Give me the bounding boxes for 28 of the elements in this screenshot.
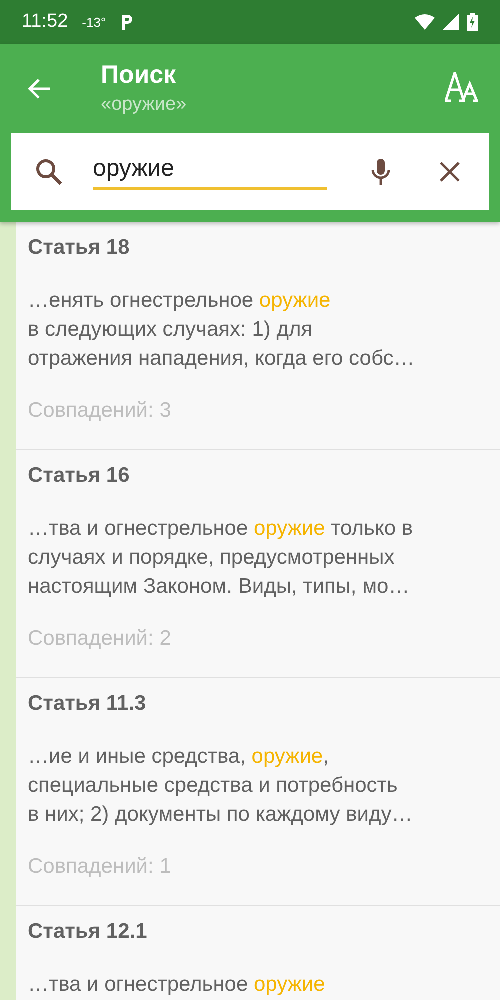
search-result[interactable]: Статья 18 …енять огнестрельное оружие в следующих случаях: 1) для отражения нападения, когда его собс… Совпадений: 3 [16,222,500,450]
match-count: Совпадений: 2 [28,627,172,651]
status-time: 11:52 [22,11,68,33]
result-title: Статья 11.3 [28,692,146,716]
result-title: Статья 18 [28,236,130,260]
parking-app-icon [120,13,134,31]
battery-charging-icon [467,13,478,31]
search-result[interactable]: Статья 16 …тва и огнестрельное оружие только в случаях и порядке, предусмотренных настоящим Законом. Виды, типы, мо… Совпадений: 2 [16,450,500,678]
search-result[interactable]: Статья 12.1 …тва и огнестрельное оружие [16,906,500,1000]
font-size-icon [445,72,479,102]
wifi-icon [415,14,435,30]
result-snippet: …тва и огнестрельное оружие только в случаях и порядке, предусмотренных настоящим Законом. Виды, типы, мо… [28,516,414,600]
back-arrow-icon [27,78,51,100]
screen-title: Поиск [101,61,178,90]
temperature: -13° [82,14,106,30]
result-title: Статья 16 [28,464,130,488]
result-title: Статья 12.1 [28,920,148,944]
result-snippet: …енять огнестрельное оружие в следующих случаях: 1) для отражения нападения, когда его собс… [28,288,416,372]
match-count: Совпадений: 3 [28,399,172,423]
screen-subtitle: «оружие» [101,94,187,116]
result-snippet: …тва и огнестрельное оружие [28,972,326,998]
search-result[interactable]: Статья 11.3 …ие и иные средства, оружие, специальные средства и потребность в них; 2) документы по каждому виду… Совпадений: 1 [16,678,500,906]
signal-icon [443,14,459,30]
match-count: Совпадений: 1 [28,855,172,879]
microphone-icon [371,158,391,186]
close-icon [439,160,461,182]
result-snippet: …ие и иные средства, оружие, специальные средства и потребность в них; 2) документы по каждому виду… [28,744,414,828]
search-field[interactable]: оружие [93,153,327,190]
